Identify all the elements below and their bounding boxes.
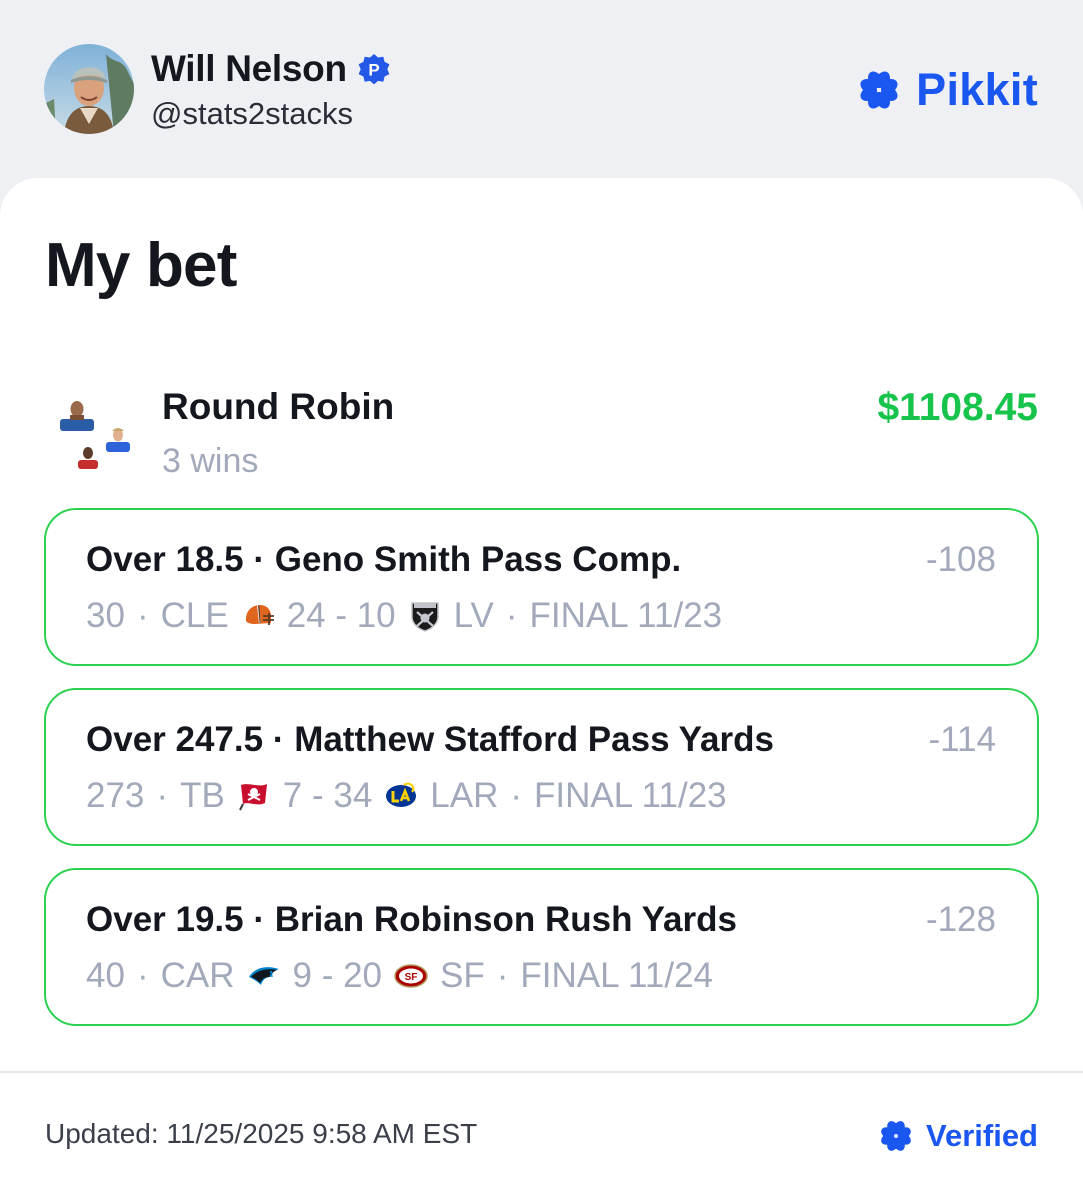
leg-title: Over 247.5 · Matthew Stafford Pass Yards	[86, 720, 774, 759]
bet-leg-3[interactable]: Over 19.5 · Brian Robinson Rush Yards -1…	[44, 868, 1039, 1026]
leg-info: 273 · TB 7 - 34 LAR · FINAL 11/23	[86, 774, 727, 818]
pikkit-clover-icon	[881, 1121, 911, 1151]
separator-dot: ·	[510, 776, 523, 815]
bet-type: Round Robin	[162, 386, 395, 427]
player-avatar-2	[78, 447, 98, 469]
separator-dot: ·	[136, 956, 149, 995]
svg-text:SF: SF	[405, 972, 418, 983]
rams-la-icon	[386, 782, 417, 807]
player-avatars	[52, 398, 134, 470]
leg-info: 30 · CLE 24 - 10 LV · FINAL 11/23	[86, 594, 722, 638]
game-status: FINAL 11/24	[520, 956, 713, 995]
profile-header: Will Nelson P @stats2stacks Pikkit	[0, 0, 1083, 180]
separator-dot: ·	[136, 596, 149, 635]
pikkit-clover-icon	[860, 71, 898, 109]
leg-title: Over 19.5 · Brian Robinson Rush Yards	[86, 900, 737, 939]
leg-stat: 40	[86, 956, 125, 995]
brand-name: Pikkit	[916, 64, 1038, 115]
bet-leg-1[interactable]: Over 18.5 · Geno Smith Pass Comp. -108 3…	[44, 508, 1039, 666]
leg-odds: -128	[925, 900, 996, 939]
user-name[interactable]: Will Nelson	[151, 48, 347, 90]
team-b-abbr: LAR	[430, 776, 499, 815]
separator-dot: ·	[156, 776, 169, 815]
leg-score: 24 - 10	[286, 596, 396, 635]
team-b-abbr: SF	[440, 956, 485, 995]
buccaneers-flag-icon	[238, 784, 267, 811]
leg-odds: -108	[925, 540, 996, 579]
bet-leg-2[interactable]: Over 247.5 · Matthew Stafford Pass Yards…	[44, 688, 1039, 846]
team-a-abbr: CLE	[160, 596, 229, 635]
player-avatar-3	[106, 428, 130, 452]
separator-dot: ·	[496, 956, 509, 995]
raiders-shield-icon	[410, 602, 439, 632]
user-avatar[interactable]	[44, 44, 134, 134]
bet-card: My bet Round Robin 3 wins $1108.45 Over …	[0, 178, 1083, 1200]
user-handle[interactable]: @stats2stacks	[151, 96, 353, 132]
game-status: FINAL 11/23	[534, 776, 727, 815]
game-status: FINAL 11/23	[529, 596, 723, 635]
separator-dot: ·	[505, 596, 518, 635]
pikkit-p-badge-icon: P	[358, 54, 390, 85]
leg-stat: 273	[86, 776, 145, 815]
team-a-abbr: TB	[180, 776, 225, 815]
browns-helmet-icon	[245, 605, 274, 625]
divider	[0, 1071, 1083, 1073]
player-avatar-1	[60, 401, 94, 431]
verified-badge[interactable]: Verified	[876, 1116, 1038, 1156]
team-b-abbr: LV	[453, 596, 494, 635]
team-a-abbr: CAR	[160, 956, 235, 995]
leg-stat: 30	[86, 596, 125, 635]
leg-title: Over 18.5 · Geno Smith Pass Comp.	[86, 540, 682, 579]
pikkit-brand[interactable]: Pikkit	[854, 62, 1038, 118]
49ers-oval-icon: SF	[394, 964, 428, 988]
bet-result: 3 wins	[162, 442, 259, 480]
updated-timestamp: Updated: 11/25/2025 9:58 AM EST	[45, 1118, 478, 1149]
page-title: My bet	[45, 231, 237, 300]
svg-text:P: P	[368, 61, 379, 80]
leg-score: 9 - 20	[292, 956, 383, 995]
panthers-icon	[248, 967, 279, 985]
leg-info: 40 · CAR 9 - 20 SF SF · FINAL 11/24	[86, 954, 713, 998]
leg-odds: -114	[928, 720, 996, 759]
leg-score: 7 - 34	[282, 776, 373, 815]
verified-label: Verified	[926, 1118, 1038, 1153]
payout-amount: $1108.45	[877, 386, 1038, 429]
